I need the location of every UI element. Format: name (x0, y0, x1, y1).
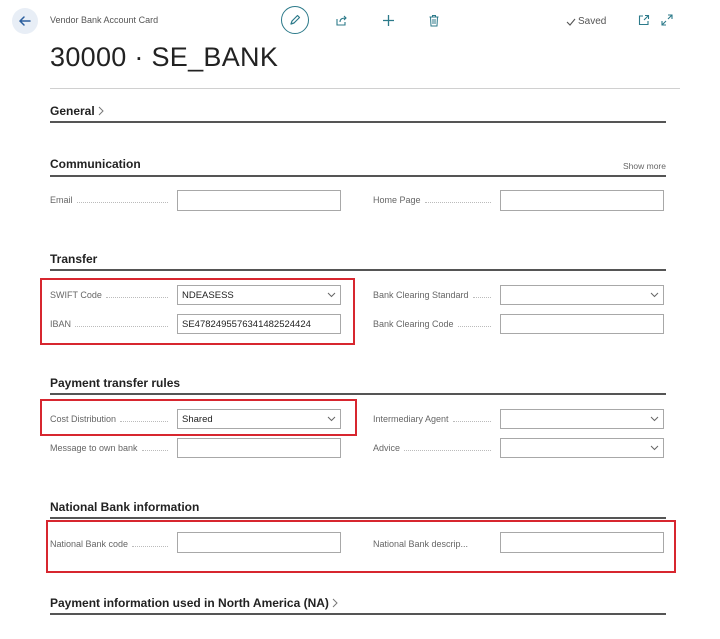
section-north-america-title: Payment information used in North Americ… (50, 596, 329, 610)
section-communication-header[interactable]: Communication (50, 157, 141, 171)
section-communication-title: Communication (50, 157, 141, 171)
intermediary-agent-select[interactable] (500, 409, 664, 429)
saved-label: Saved (578, 16, 607, 27)
section-divider (50, 175, 666, 177)
iban-label-text: IBAN (50, 319, 72, 329)
pencil-icon (290, 14, 301, 25)
message-to-own-bank-label: Message to own bank (50, 443, 168, 453)
national-bank-description-label: National Bank descrip... (373, 539, 491, 549)
home-page-label-text: Home Page (373, 195, 421, 205)
swift-code-value: NDEASESS (182, 289, 234, 301)
header-divider (50, 88, 680, 89)
back-button[interactable] (12, 8, 38, 34)
bank-clearing-code-label: Bank Clearing Code (373, 319, 491, 329)
national-bank-description-field[interactable] (500, 532, 664, 553)
email-label: Email (50, 195, 168, 205)
share-button[interactable] (329, 8, 353, 32)
share-icon (335, 15, 347, 26)
email-label-text: Email (50, 195, 73, 205)
trash-icon (429, 14, 439, 26)
home-page-field[interactable] (500, 190, 664, 211)
section-north-america-header[interactable]: Payment information used in North Americ… (50, 596, 339, 610)
page-caption: Vendor Bank Account Card (50, 15, 159, 25)
section-divider (50, 121, 666, 123)
section-divider (50, 393, 666, 395)
iban-field[interactable]: SE4782495576341482524424 (177, 314, 341, 334)
cost-distribution-label: Cost Distribution (50, 414, 168, 424)
bank-clearing-code-label-text: Bank Clearing Code (373, 319, 454, 329)
chevron-down-icon (326, 414, 336, 424)
chevron-down-icon (649, 290, 659, 300)
open-new-window-button[interactable] (632, 8, 656, 32)
section-national-bank-title: National Bank information (50, 500, 200, 514)
message-to-own-bank-field[interactable] (177, 438, 341, 458)
email-field[interactable] (177, 190, 341, 211)
arrow-left-icon (18, 16, 31, 26)
national-bank-description-label-text: National Bank descrip... (373, 539, 469, 549)
chevron-down-icon (649, 443, 659, 453)
section-transfer-header[interactable]: Transfer (50, 252, 97, 266)
open-in-new-icon (638, 14, 650, 26)
section-divider (50, 269, 666, 271)
cost-distribution-value: Shared (182, 413, 213, 425)
iban-value: SE4782495576341482524424 (182, 318, 311, 330)
home-page-label: Home Page (373, 195, 491, 205)
plus-icon (382, 14, 394, 26)
section-divider (50, 517, 666, 519)
cost-distribution-label-text: Cost Distribution (50, 414, 117, 424)
section-payment-rules-title: Payment transfer rules (50, 376, 181, 390)
section-general-title: General (50, 104, 95, 118)
page-title: 30000 · SE_BANK (50, 42, 279, 72)
expand-icon (661, 14, 673, 26)
intermediary-agent-label: Intermediary Agent (373, 414, 491, 424)
cost-distribution-select[interactable]: Shared (177, 409, 341, 429)
bank-clearing-standard-label-text: Bank Clearing Standard (373, 290, 469, 300)
message-to-own-bank-label-text: Message to own bank (50, 443, 138, 453)
chevron-right-icon (98, 106, 104, 116)
national-bank-code-label: National Bank code (50, 539, 168, 549)
swift-code-select[interactable]: NDEASESS (177, 285, 341, 305)
bank-clearing-standard-label: Bank Clearing Standard (373, 290, 491, 300)
saved-status: Saved (566, 16, 606, 27)
advice-label: Advice (373, 443, 491, 453)
show-more-link[interactable]: Show more (623, 161, 666, 171)
new-button[interactable] (376, 8, 400, 32)
national-bank-code-label-text: National Bank code (50, 539, 129, 549)
section-transfer-title: Transfer (50, 252, 98, 266)
expand-button[interactable] (655, 8, 679, 32)
delete-button[interactable] (422, 8, 446, 32)
swift-code-label-text: SWIFT Code (50, 290, 102, 300)
section-national-bank-header[interactable]: National Bank information (50, 500, 199, 514)
national-bank-code-field[interactable] (177, 532, 341, 553)
edit-button[interactable] (281, 6, 309, 34)
bank-clearing-standard-select[interactable] (500, 285, 664, 305)
section-payment-rules-header[interactable]: Payment transfer rules (50, 376, 180, 390)
iban-label: IBAN (50, 319, 168, 329)
chevron-right-icon (332, 598, 338, 608)
check-icon (566, 18, 576, 26)
advice-label-text: Advice (373, 443, 401, 453)
chevron-down-icon (649, 414, 659, 424)
bank-clearing-code-field[interactable] (500, 314, 664, 334)
intermediary-agent-label-text: Intermediary Agent (373, 414, 449, 424)
chevron-down-icon (326, 290, 336, 300)
advice-select[interactable] (500, 438, 664, 458)
section-divider (50, 613, 666, 615)
section-general-header[interactable]: General (50, 104, 105, 118)
swift-code-label: SWIFT Code (50, 290, 168, 300)
